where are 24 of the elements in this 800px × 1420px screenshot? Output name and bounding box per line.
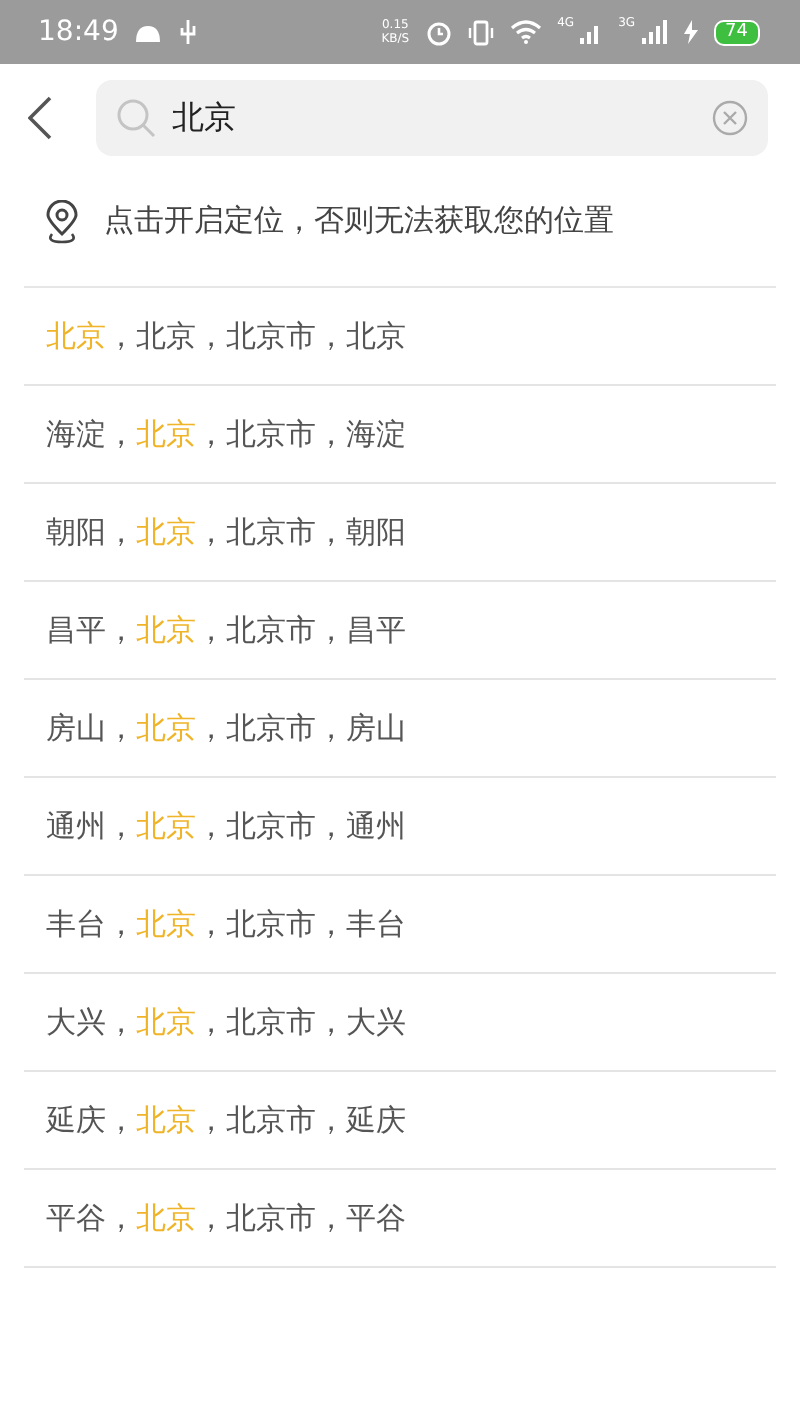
result-item[interactable]: 昌平，北京，北京市，昌平 — [46, 611, 406, 649]
status-time: 18:49 — [38, 16, 119, 48]
result-item[interactable]: 海淀，北京，北京市，海淀 — [46, 415, 406, 453]
signal-icon — [578, 20, 603, 44]
search-field[interactable]: 北京 — [96, 80, 768, 156]
result-item[interactable]: 北京，北京，北京市，北京 — [46, 317, 406, 355]
vibrate-icon — [467, 19, 494, 45]
result-item[interactable]: 房山，北京，北京市，房山 — [46, 709, 406, 747]
search-input[interactable]: 北京 — [172, 99, 696, 137]
search-icon — [116, 98, 156, 138]
result-item[interactable]: 平谷，北京，北京市，平谷 — [46, 1199, 406, 1237]
usb-icon — [178, 18, 199, 46]
result-item[interactable]: 丰台，北京，北京市，丰台 — [46, 905, 406, 943]
result-item[interactable]: 延庆，北京，北京市，延庆 — [46, 1101, 406, 1139]
wifi-icon — [509, 20, 542, 44]
location-pin-icon — [44, 199, 80, 243]
alarm-icon — [425, 19, 452, 45]
battery-level: 74 — [713, 19, 760, 45]
signal-icon — [639, 20, 668, 44]
location-prompt[interactable]: 点击开启定位，否则无法获取您的位置 — [104, 202, 614, 240]
result-item[interactable]: 朝阳，北京，北京市，朝阳 — [46, 513, 406, 551]
result-item[interactable]: 通州，北京，北京市，通州 — [46, 807, 406, 845]
result-item[interactable]: 大兴，北京，北京市，大兴 — [46, 1003, 406, 1041]
charging-icon — [683, 20, 698, 44]
